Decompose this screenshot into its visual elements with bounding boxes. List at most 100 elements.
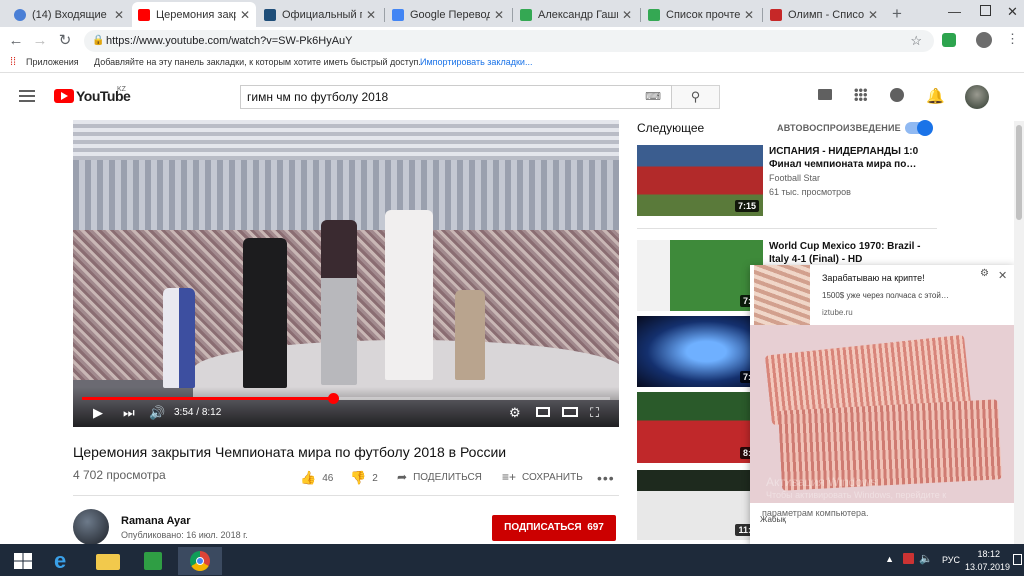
clock-time[interactable]: 18:12 bbox=[977, 549, 1000, 559]
tray-overflow-icon[interactable]: ▲ bbox=[885, 554, 894, 564]
related-video-thumbnail[interactable]: 11:1 bbox=[637, 470, 763, 540]
notification-close-button[interactable]: Жабық bbox=[760, 515, 786, 524]
dislike-button[interactable]: 👎 2 bbox=[350, 470, 378, 486]
tab-separator bbox=[762, 8, 763, 22]
youtube-logo-icon[interactable] bbox=[54, 89, 74, 103]
video-player[interactable]: ▶ ⏭ 🔊 3:54 / 8:12 ⚙ ⛶ bbox=[73, 120, 619, 427]
extension-shield-icon[interactable] bbox=[942, 33, 956, 47]
volume-icon[interactable]: 🔊 bbox=[149, 405, 165, 421]
forward-arrow-icon[interactable]: → bbox=[30, 31, 50, 51]
create-video-icon[interactable] bbox=[818, 89, 832, 100]
miniplayer-icon[interactable] bbox=[536, 407, 550, 417]
play-icon[interactable]: ▶ bbox=[93, 405, 103, 421]
subscribe-button[interactable]: ПОДПИСАТЬСЯ 697 bbox=[492, 515, 616, 541]
close-tab-icon[interactable]: ✕ bbox=[114, 8, 124, 22]
video-duration: 7:15 bbox=[734, 200, 759, 212]
tab-title: Список прочтени bbox=[666, 8, 740, 21]
internet-explorer-icon[interactable]: e bbox=[46, 547, 86, 575]
windows-start-icon[interactable] bbox=[4, 547, 44, 575]
close-tab-icon[interactable]: ✕ bbox=[494, 8, 504, 22]
notifications-bell-icon[interactable]: 🔔 bbox=[926, 87, 945, 105]
save-button[interactable]: ≡+ СОХРАНИТЬ bbox=[502, 470, 583, 484]
speaker-icon[interactable]: 🔈 bbox=[919, 552, 933, 565]
tab-google-translate[interactable]: Google Переводчи ✕ bbox=[386, 2, 510, 27]
hamburger-menu-icon[interactable] bbox=[19, 90, 35, 92]
close-tab-icon[interactable]: ✕ bbox=[622, 8, 632, 22]
notification-settings-icon[interactable]: ⚙ bbox=[980, 268, 989, 279]
sheets-favicon-icon bbox=[648, 8, 660, 21]
reload-icon[interactable]: ↻ bbox=[55, 31, 75, 51]
autoplay-label: АВТОВОСПРОИЗВЕДЕНИЕ bbox=[777, 123, 901, 133]
input-language[interactable]: РУС bbox=[942, 555, 960, 565]
back-arrow-icon[interactable]: ← bbox=[6, 31, 26, 51]
action-center-icon[interactable] bbox=[1013, 554, 1022, 565]
store-icon[interactable] bbox=[132, 547, 172, 575]
related-video-channel[interactable]: Football Star bbox=[769, 173, 820, 183]
duration: 8:12 bbox=[201, 407, 222, 418]
related-video-title[interactable]: World Cup Mexico 1970: Brazil - Italy 4-… bbox=[769, 240, 929, 266]
tab-title: Церемония закры bbox=[156, 8, 236, 21]
windows-activation-heading: Активация Windows bbox=[766, 475, 877, 489]
tab-gashin[interactable]: Александр Гашин ✕ bbox=[514, 2, 638, 27]
clock-date[interactable]: 13.07.2019 bbox=[965, 562, 1010, 572]
autoplay-toggle[interactable] bbox=[905, 120, 933, 136]
notification-close-icon[interactable]: ✕ bbox=[998, 269, 1007, 282]
maximize-window-icon[interactable] bbox=[980, 5, 991, 16]
channel-avatar[interactable] bbox=[73, 509, 109, 545]
related-video-thumbnail[interactable]: 7:3 bbox=[637, 316, 763, 387]
progress-bar[interactable] bbox=[82, 393, 610, 404]
channel-name[interactable]: Ramana Ayar bbox=[121, 515, 191, 527]
toggle-knob bbox=[917, 120, 933, 136]
apps-grid-icon[interactable] bbox=[854, 88, 867, 101]
fullscreen-icon[interactable]: ⛶ bbox=[590, 405, 599, 421]
share-button[interactable]: ➦ ПОДЕЛИТЬСЯ bbox=[397, 470, 482, 484]
settings-gear-icon[interactable]: ⚙ bbox=[509, 405, 521, 421]
related-video-title[interactable]: ИСПАНИЯ - НИДЕРЛАНДЫ 1:0 Финал чемпионат… bbox=[769, 145, 929, 171]
close-window-icon[interactable]: ✕ bbox=[1007, 4, 1018, 20]
save-label: СОХРАНИТЬ bbox=[522, 471, 583, 483]
tab-separator bbox=[640, 8, 641, 22]
related-video-thumbnail[interactable]: 7:2 bbox=[637, 240, 763, 311]
account-avatar[interactable] bbox=[965, 85, 989, 109]
region-code: KZ bbox=[117, 86, 126, 93]
import-bookmarks-link[interactable]: Импортировать закладки... bbox=[420, 57, 532, 67]
address-bar[interactable]: 🔒 https://www.youtube.com/watch?v=SW-Pk6… bbox=[84, 30, 934, 52]
chrome-menu-icon[interactable]: ⋮ bbox=[1006, 31, 1019, 47]
tab-youtube-video[interactable]: Церемония закры ✕ bbox=[132, 2, 256, 27]
file-explorer-icon[interactable] bbox=[88, 547, 128, 575]
profile-avatar[interactable] bbox=[976, 32, 992, 48]
scrollbar-thumb[interactable] bbox=[1016, 125, 1022, 220]
push-notification-popup[interactable]: Зарабатываю на крипте! 1500$ уже через п… bbox=[750, 265, 1014, 545]
apps-link[interactable]: Приложения bbox=[26, 57, 79, 67]
related-video-thumbnail[interactable]: 8:5 bbox=[637, 392, 763, 463]
more-actions-icon[interactable]: ••• bbox=[597, 470, 615, 486]
like-button[interactable]: 👍 46 bbox=[300, 470, 333, 486]
video-frame-roof bbox=[73, 120, 619, 160]
thumbs-down-icon: 👎 bbox=[350, 470, 367, 485]
related-video-thumbnail[interactable]: 7:15 bbox=[637, 145, 763, 216]
network-icon[interactable] bbox=[903, 553, 914, 564]
theater-mode-icon[interactable] bbox=[562, 407, 578, 417]
new-tab-plus-icon[interactable]: + bbox=[892, 4, 902, 24]
tab-olymp[interactable]: Олимп - Список с ✕ bbox=[764, 2, 884, 27]
search-button[interactable]: ⚲ bbox=[672, 85, 720, 109]
tab-reading-list[interactable]: Список прочтени ✕ bbox=[642, 2, 760, 27]
windows-activation-text: Чтобы активировать Windows, перейдите к bbox=[766, 490, 947, 500]
search-query: гимн чм по футболу 2018 bbox=[247, 90, 389, 104]
close-tab-icon[interactable]: ✕ bbox=[366, 8, 376, 22]
site-favicon-icon bbox=[264, 8, 276, 21]
close-tab-icon[interactable]: ✕ bbox=[744, 8, 754, 22]
close-tab-icon[interactable]: ✕ bbox=[868, 8, 878, 22]
close-tab-icon[interactable]: ✕ bbox=[240, 8, 250, 22]
search-input[interactable]: гимн чм по футболу 2018 ⌨ bbox=[240, 85, 672, 109]
tab-inbox[interactable]: (14) Входящие - П ✕ bbox=[8, 2, 130, 27]
tab-anthem[interactable]: Официальный гим ✕ bbox=[258, 2, 382, 27]
messages-icon[interactable] bbox=[890, 88, 904, 102]
bookmark-star-icon[interactable]: ☆ bbox=[910, 30, 922, 52]
keyboard-icon[interactable]: ⌨ bbox=[645, 86, 661, 108]
minimize-window-icon[interactable]: — bbox=[948, 4, 961, 19]
chrome-taskbar-icon[interactable] bbox=[178, 547, 222, 575]
progress-scrubber[interactable] bbox=[327, 393, 339, 404]
next-video-icon[interactable]: ⏭ bbox=[123, 405, 135, 421]
page-scrollbar[interactable] bbox=[1014, 121, 1024, 544]
